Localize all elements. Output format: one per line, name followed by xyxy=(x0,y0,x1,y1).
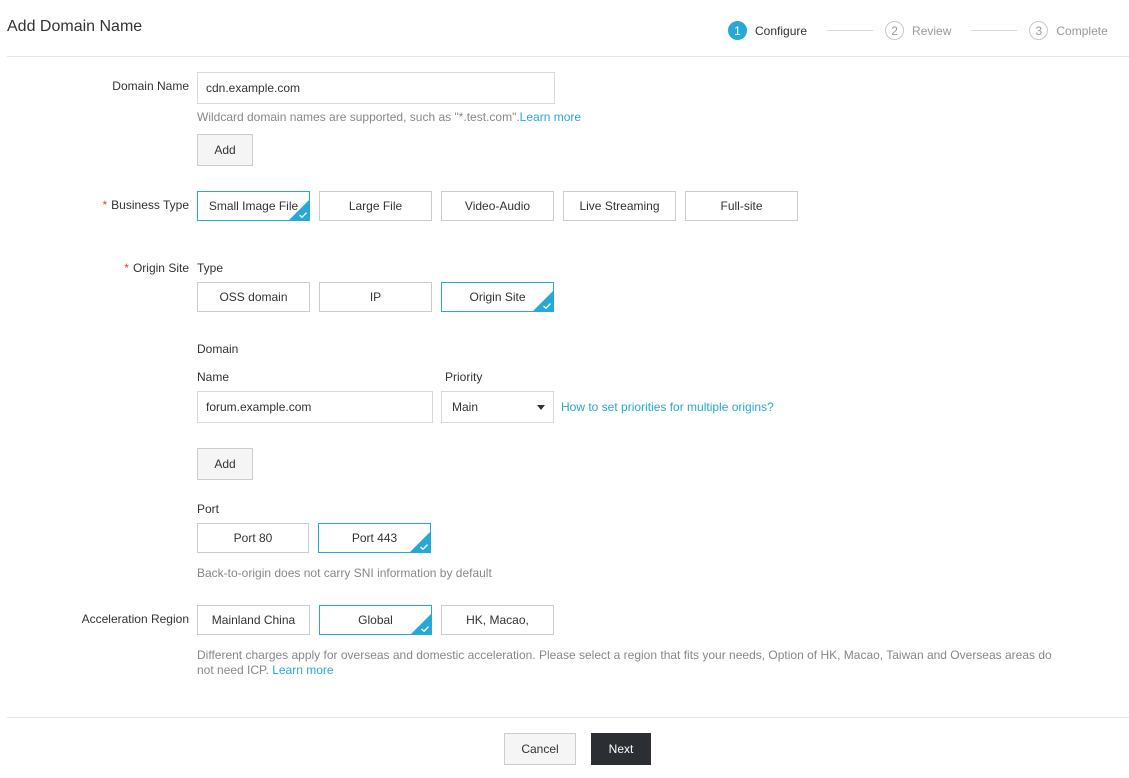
next-button[interactable]: Next xyxy=(591,733,651,765)
check-icon xyxy=(299,212,307,218)
chevron-down-icon xyxy=(537,404,545,410)
port-label: Port xyxy=(197,502,220,516)
option-label: Global xyxy=(358,613,393,627)
cancel-button[interactable]: Cancel xyxy=(504,733,576,765)
priority-help-link[interactable]: How to set priorities for multiple origi… xyxy=(561,400,774,415)
business-type-label: * Business Type xyxy=(103,198,190,212)
region-hint: Different charges apply for overseas and… xyxy=(197,648,1067,678)
step-complete: 3 Complete xyxy=(1029,21,1108,40)
step-review: 2 Review xyxy=(885,21,951,40)
priority-select[interactable]: Main xyxy=(441,391,554,423)
region-hk-macao[interactable]: HK, Macao, xyxy=(441,605,554,635)
check-icon xyxy=(421,626,429,632)
region-mainland-china[interactable]: Mainland China xyxy=(197,605,310,635)
region-learn-more-link[interactable]: Learn more xyxy=(272,663,333,677)
origin-type-origin-site[interactable]: Origin Site xyxy=(441,282,554,312)
wizard-steps: 1 Configure 2 Review 3 Complete xyxy=(728,21,1108,40)
option-label: Origin Site xyxy=(469,290,526,304)
required-marker: * xyxy=(124,261,129,275)
step-configure: 1 Configure xyxy=(728,21,807,40)
port-80-option[interactable]: Port 80 xyxy=(197,523,309,553)
step-connector xyxy=(827,30,874,31)
domain-name-label: Domain Name xyxy=(112,79,189,93)
step-label-configure: Configure xyxy=(755,23,808,38)
required-marker: * xyxy=(102,198,108,212)
origin-type-label: Type xyxy=(197,261,224,275)
step-number-1: 1 xyxy=(728,21,747,40)
check-icon xyxy=(420,544,428,550)
step-label-complete: Complete xyxy=(1056,23,1108,38)
origin-type-ip[interactable]: IP xyxy=(319,282,432,312)
add-origin-button[interactable]: Add xyxy=(197,448,253,480)
origin-site-label: * Origin Site xyxy=(124,261,189,275)
step-label-review: Review xyxy=(912,23,952,38)
origin-site-label-text: Origin Site xyxy=(132,261,189,275)
origin-name-label: Name xyxy=(197,370,230,384)
business-type-small-image-file[interactable]: Small Image File xyxy=(197,191,310,221)
domain-name-hint: Wildcard domain names are supported, suc… xyxy=(197,110,581,125)
add-domain-button[interactable]: Add xyxy=(197,134,253,166)
origin-name-value: forum.example.com xyxy=(206,400,312,414)
option-label: Small Image File xyxy=(208,199,299,213)
step-number-2: 2 xyxy=(885,21,905,40)
step-connector xyxy=(971,30,1018,31)
domain-learn-more-link[interactable]: Learn more xyxy=(520,110,581,124)
origin-priority-label: Priority xyxy=(445,370,483,384)
port-443-option[interactable]: Port 443 xyxy=(318,523,431,553)
origin-name-input[interactable]: forum.example.com xyxy=(197,391,433,423)
region-global[interactable]: Global xyxy=(319,605,432,635)
business-type-live-streaming[interactable]: Live Streaming xyxy=(563,191,676,221)
origin-type-oss-domain[interactable]: OSS domain xyxy=(197,282,310,312)
business-type-video-audio[interactable]: Video-Audio xyxy=(441,191,554,221)
acceleration-region-label: Acceleration Region xyxy=(81,612,189,626)
business-type-label-text: Business Type xyxy=(111,198,189,212)
domain-name-input[interactable]: cdn.example.com xyxy=(197,72,555,104)
business-type-large-file[interactable]: Large File xyxy=(319,191,432,221)
option-label: Port 443 xyxy=(351,531,398,545)
page-title: Add Domain Name xyxy=(7,18,143,35)
origin-domain-label: Domain xyxy=(197,342,239,356)
header-divider xyxy=(7,56,1129,57)
port-sni-hint: Back-to-origin does not carry SNI inform… xyxy=(197,566,492,580)
check-icon xyxy=(543,303,551,309)
footer-divider xyxy=(7,717,1129,718)
priority-value: Main xyxy=(452,400,479,414)
business-type-full-site[interactable]: Full-site xyxy=(685,191,798,221)
step-number-3: 3 xyxy=(1029,21,1049,40)
domain-name-hint-text: Wildcard domain names are supported, suc… xyxy=(197,110,520,124)
domain-name-value: cdn.example.com xyxy=(206,81,301,95)
